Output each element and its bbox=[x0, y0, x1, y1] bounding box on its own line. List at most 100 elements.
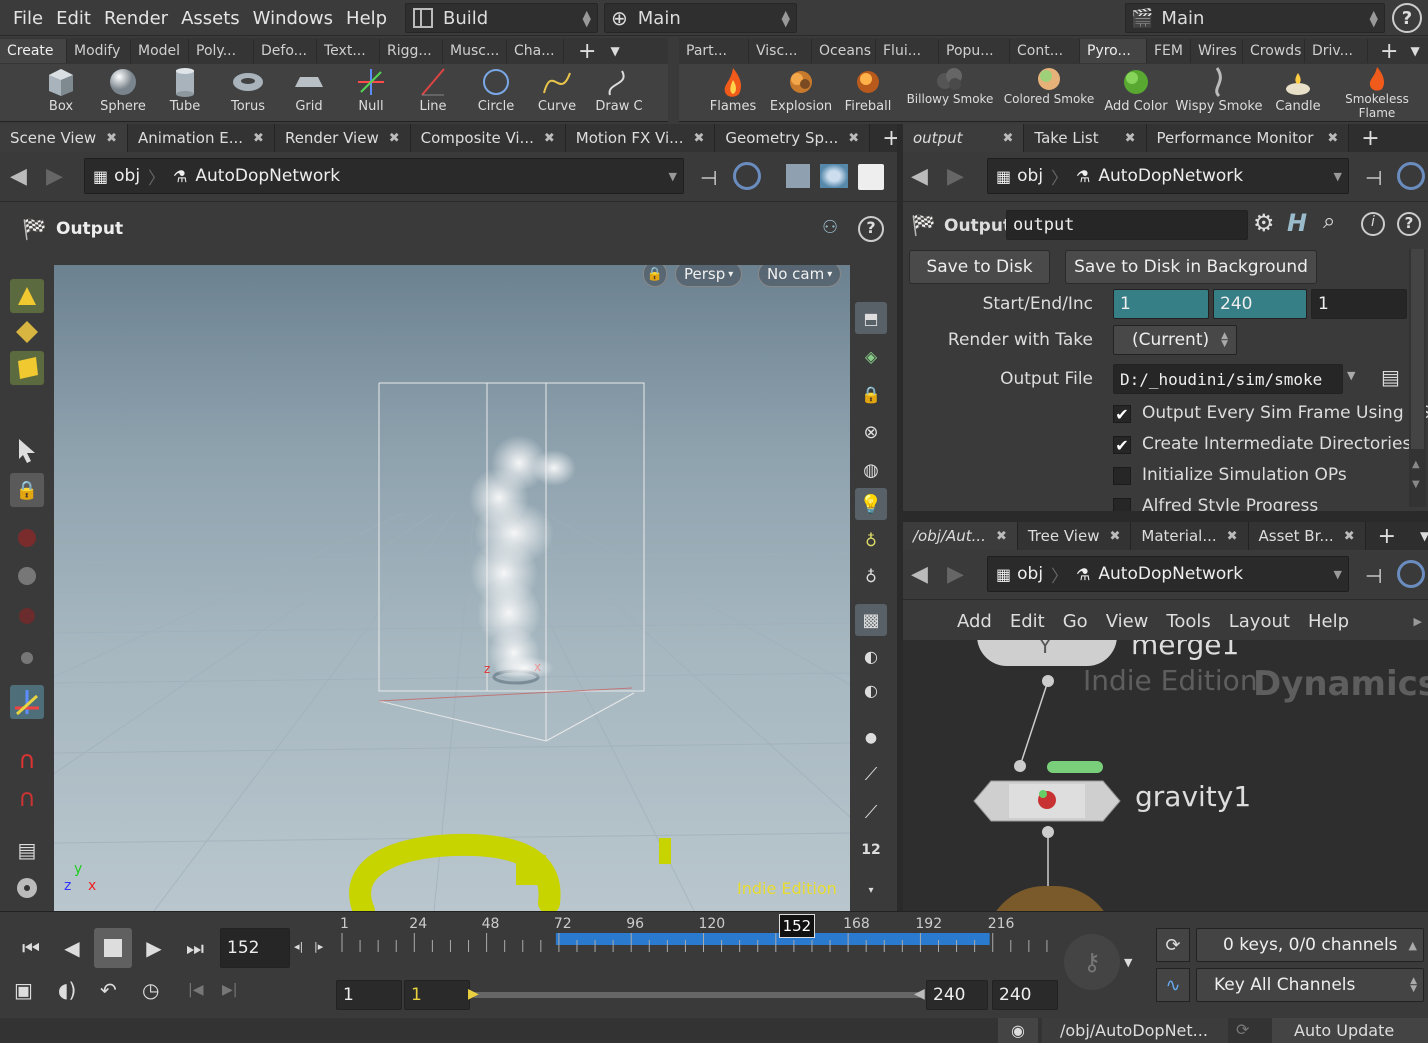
camera-menu[interactable]: No cam ▾ bbox=[758, 261, 842, 287]
forward-arrow-icon[interactable]: ▶ bbox=[46, 164, 63, 189]
network-menu-view[interactable]: View bbox=[1106, 611, 1149, 632]
menu-render[interactable]: Render bbox=[104, 8, 168, 29]
shelf-tab-texture[interactable]: Text... bbox=[317, 39, 380, 63]
close-icon[interactable]: ✖ bbox=[106, 131, 117, 146]
tool-sphere[interactable]: Sphere bbox=[91, 64, 155, 122]
gravity-node-label[interactable]: gravity1 bbox=[1135, 780, 1251, 813]
file-dropdown-icon[interactable]: ▼ bbox=[1347, 369, 1355, 382]
shelf-tab-fem[interactable]: FEM bbox=[1147, 39, 1191, 63]
close-icon[interactable]: ✖ bbox=[389, 131, 400, 146]
add-shelf-icon[interactable]: + bbox=[1380, 39, 1398, 64]
audio-icon[interactable]: ◖) bbox=[58, 978, 76, 1002]
help-icon[interactable]: ? bbox=[1392, 3, 1422, 33]
close-icon[interactable]: ✖ bbox=[1227, 529, 1238, 544]
tool-colored-smoke[interactable]: Colored Smoke bbox=[1004, 64, 1094, 122]
shelf-tab-poly[interactable]: Poly... bbox=[189, 39, 254, 63]
add-shelf-icon[interactable]: + bbox=[578, 39, 596, 64]
save-to-disk-button[interactable]: Save to Disk bbox=[909, 250, 1050, 284]
menu-help[interactable]: Help bbox=[346, 8, 387, 29]
file-browse-icon[interactable]: ▤ bbox=[1381, 365, 1400, 389]
timeline-options-icon[interactable]: ▣ bbox=[14, 978, 33, 1002]
back-arrow-icon[interactable]: ◀ bbox=[911, 562, 928, 587]
shelf-tab-model[interactable]: Model bbox=[131, 39, 189, 63]
menu-file[interactable]: File bbox=[13, 8, 43, 29]
close-icon[interactable]: ✖ bbox=[1109, 529, 1120, 544]
close-icon[interactable]: ✖ bbox=[996, 529, 1007, 544]
tool-line[interactable]: Line bbox=[401, 64, 465, 122]
select-primitives-icon[interactable] bbox=[10, 351, 44, 385]
network-canvas[interactable]: Indie Edition Dynamics Y merge1 gravity1 bbox=[903, 640, 1428, 911]
desktop-selector[interactable]: Build ▲ ▼ bbox=[405, 3, 598, 33]
pin-icon[interactable]: ⊣ bbox=[1365, 166, 1382, 190]
timeline-ruler[interactable]: 1 24 48 72 96 120 168 192 216 bbox=[336, 912, 1061, 972]
tab-network-view[interactable]: /obj/Aut... ✖ bbox=[903, 522, 1018, 550]
take-selector[interactable]: (Current) ▲ ▼ bbox=[1113, 325, 1237, 355]
houdini-icon[interactable]: H bbox=[1287, 209, 1307, 237]
tool-candle[interactable]: Candle bbox=[1266, 64, 1330, 122]
tab-composite-view[interactable]: Composite Vi... ✖ bbox=[410, 124, 566, 152]
brush-icon[interactable]: ⟋ bbox=[855, 758, 887, 790]
shelf-tab-create[interactable]: Create bbox=[0, 39, 67, 63]
select-points-icon[interactable] bbox=[10, 315, 44, 349]
back-arrow-icon[interactable]: ◀ bbox=[10, 164, 27, 189]
shelf-tab-viscous[interactable]: Visc... bbox=[749, 39, 812, 63]
dropper-icon[interactable]: ⟋ bbox=[855, 796, 887, 828]
display-box-icon[interactable] bbox=[786, 164, 810, 188]
tab-animation-editor[interactable]: Animation E... ✖ bbox=[128, 124, 275, 152]
tool-flames[interactable]: Flames bbox=[701, 64, 765, 122]
forward-arrow-icon[interactable]: ▶ bbox=[947, 164, 964, 189]
tab-performance-monitor[interactable]: Performance Monitor ✖ bbox=[1146, 124, 1350, 152]
shelf-tab-fluids[interactable]: Flui... bbox=[876, 39, 939, 63]
play-reverse-button[interactable]: ◀ bbox=[53, 928, 91, 968]
shelf-tab-character[interactable]: Cha... bbox=[507, 39, 564, 63]
network-menu-go[interactable]: Go bbox=[1063, 611, 1088, 632]
output-file-field[interactable]: D:/_houdini/sim/smoke bbox=[1113, 364, 1343, 394]
tool-circle[interactable]: Circle bbox=[464, 64, 528, 122]
point-icon[interactable]: ● bbox=[855, 722, 887, 754]
key-all-channels-menu[interactable]: Key All Channels ▲ ▼ bbox=[1196, 968, 1424, 1002]
output-every-frame-checkbox[interactable]: ✔ bbox=[1113, 405, 1131, 424]
scale-icon[interactable] bbox=[10, 599, 44, 633]
info-icon[interactable]: i bbox=[1361, 212, 1385, 236]
shading-ball-icon[interactable]: ◍ bbox=[855, 454, 887, 486]
pose-icon[interactable] bbox=[10, 641, 44, 675]
point-number-display[interactable]: 12 bbox=[855, 834, 887, 866]
lock-icon[interactable]: 🔒 bbox=[855, 378, 887, 410]
tab-tree-view[interactable]: Tree View ✖ bbox=[1017, 522, 1132, 550]
network-menu-layout[interactable]: Layout bbox=[1229, 611, 1290, 632]
wireframe-icon[interactable]: ◈ bbox=[855, 340, 887, 372]
scene-viewport[interactable]: z x Indie Edition y z x 🔒 Persp▾ No cam▾ bbox=[54, 253, 850, 911]
rotate-icon[interactable] bbox=[10, 559, 44, 593]
lock-camera-icon[interactable]: 🔒 bbox=[643, 261, 667, 287]
jump-start-button[interactable]: ⏮ bbox=[12, 928, 50, 968]
scroll-thumb[interactable] bbox=[1411, 249, 1424, 449]
light-link-icon[interactable]: ♁ bbox=[855, 560, 887, 592]
tool-fireball[interactable]: Fireball bbox=[836, 64, 900, 122]
close-icon[interactable]: ✖ bbox=[253, 131, 264, 146]
close-icon[interactable]: ✖ bbox=[1125, 131, 1136, 146]
create-dirs-checkbox[interactable]: ✔ bbox=[1113, 436, 1131, 455]
shelf-tab-modify[interactable]: Modify bbox=[67, 39, 131, 63]
tool-tube[interactable]: Tube bbox=[153, 64, 217, 122]
shelf-tab-rigging[interactable]: Rigg... bbox=[380, 39, 443, 63]
prev-key-icon[interactable]: |◀ bbox=[188, 982, 203, 998]
step-forward-icon[interactable]: |▸ bbox=[314, 940, 323, 953]
tab-material-palette[interactable]: Material... ✖ bbox=[1131, 522, 1249, 550]
help-icon[interactable]: ? bbox=[858, 216, 884, 242]
display-options-icon[interactable]: ⬒ bbox=[855, 302, 887, 334]
init-sim-ops-checkbox[interactable] bbox=[1113, 467, 1131, 485]
alfred-progress-checkbox[interactable] bbox=[1113, 498, 1131, 511]
merge-node[interactable]: Y bbox=[977, 640, 1117, 666]
tool-grid[interactable]: Grid bbox=[277, 64, 341, 122]
lock-select-icon[interactable]: 🔒 bbox=[10, 473, 44, 507]
merge-node-label[interactable]: merge1 bbox=[1131, 640, 1239, 661]
key-icon[interactable]: ⚷ bbox=[1064, 934, 1120, 990]
tab-geometry-spreadsheet[interactable]: Geometry Sp... ✖ bbox=[715, 124, 871, 152]
auto-update-menu[interactable]: Auto Update bbox=[1272, 1018, 1428, 1043]
stereo-icon[interactable]: ◐ bbox=[855, 640, 887, 672]
network-breadcrumb[interactable]: ▦ obj 〉 ⚗ AutoDopNetwork ▼ bbox=[987, 556, 1349, 592]
range-slider[interactable] bbox=[472, 992, 922, 998]
shelf-tab-oceans[interactable]: Oceans bbox=[812, 39, 876, 63]
main-selector[interactable]: 🎬 Main ▲ ▼ bbox=[1125, 3, 1385, 33]
menu-assets[interactable]: Assets bbox=[181, 8, 240, 29]
